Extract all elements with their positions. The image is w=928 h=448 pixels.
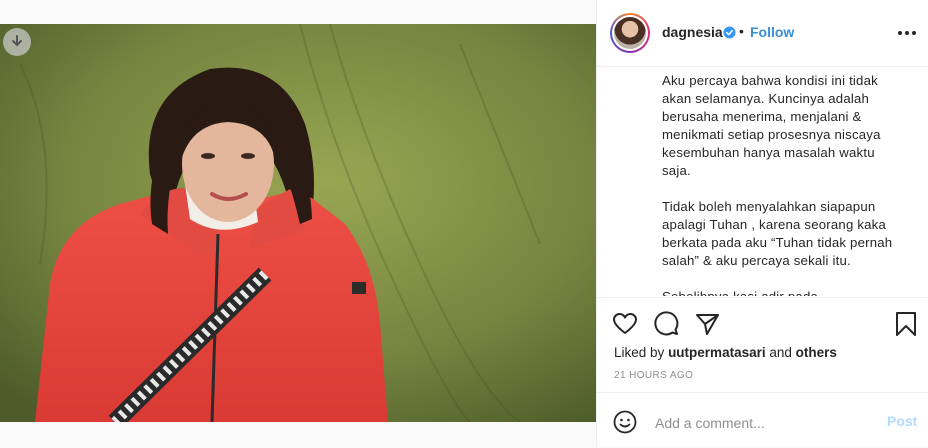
post-caption: Aku percaya bahwa kondisi ini tidak akan… bbox=[662, 72, 902, 296]
likes-others-link[interactable]: others bbox=[796, 345, 837, 360]
post-photo[interactable] bbox=[0, 24, 596, 422]
likes-connector: and bbox=[769, 345, 792, 360]
comment-input[interactable] bbox=[653, 413, 867, 433]
verified-badge-icon bbox=[723, 26, 736, 39]
username-link[interactable]: dagnesia bbox=[662, 24, 723, 40]
save-button[interactable] bbox=[893, 311, 919, 337]
avatar-image bbox=[614, 17, 646, 49]
more-dot bbox=[898, 31, 902, 35]
heart-icon bbox=[613, 313, 637, 334]
more-dot bbox=[912, 31, 916, 35]
comment-bar: Post bbox=[597, 392, 928, 448]
avatar-border bbox=[612, 15, 648, 51]
liked-by-user-link[interactable]: uutpermatasari bbox=[668, 345, 766, 360]
paper-plane-icon bbox=[696, 314, 719, 335]
caption-paragraph: Sebelihnya kasi adir pada... bbox=[662, 288, 902, 296]
bookmark-icon bbox=[896, 312, 916, 336]
more-dot bbox=[905, 31, 909, 35]
comment-bubble-icon bbox=[654, 311, 679, 336]
more-options-icon[interactable] bbox=[897, 25, 917, 41]
post-details-panel: dagnesia • Follow Aku percaya bahwa kond… bbox=[596, 0, 928, 447]
share-button[interactable] bbox=[694, 311, 720, 337]
post-comment-button[interactable]: Post bbox=[887, 413, 917, 429]
caption-paragraph: Tidak boleh menyalahkan siapapun apalagi… bbox=[662, 199, 893, 268]
header-separator: • bbox=[739, 23, 744, 39]
photo-illustration bbox=[0, 24, 596, 422]
likes-summary: Liked by uutpermatasari and others bbox=[614, 345, 837, 360]
post-header: dagnesia • Follow bbox=[597, 0, 928, 67]
comment-button[interactable] bbox=[653, 311, 679, 337]
likes-prefix: Liked by bbox=[614, 345, 665, 360]
download-badge[interactable] bbox=[3, 28, 31, 56]
action-bar bbox=[597, 297, 928, 350]
caption-paragraph: Aku percaya bahwa kondisi ini tidak akan… bbox=[662, 73, 881, 178]
like-button[interactable] bbox=[612, 311, 638, 337]
emoji-smile-icon[interactable] bbox=[613, 410, 637, 434]
download-arrow-icon bbox=[12, 35, 22, 47]
avatar[interactable] bbox=[610, 13, 650, 53]
post-timestamp[interactable]: 21 HOURS AGO bbox=[614, 370, 693, 381]
follow-button[interactable]: Follow bbox=[750, 24, 794, 40]
